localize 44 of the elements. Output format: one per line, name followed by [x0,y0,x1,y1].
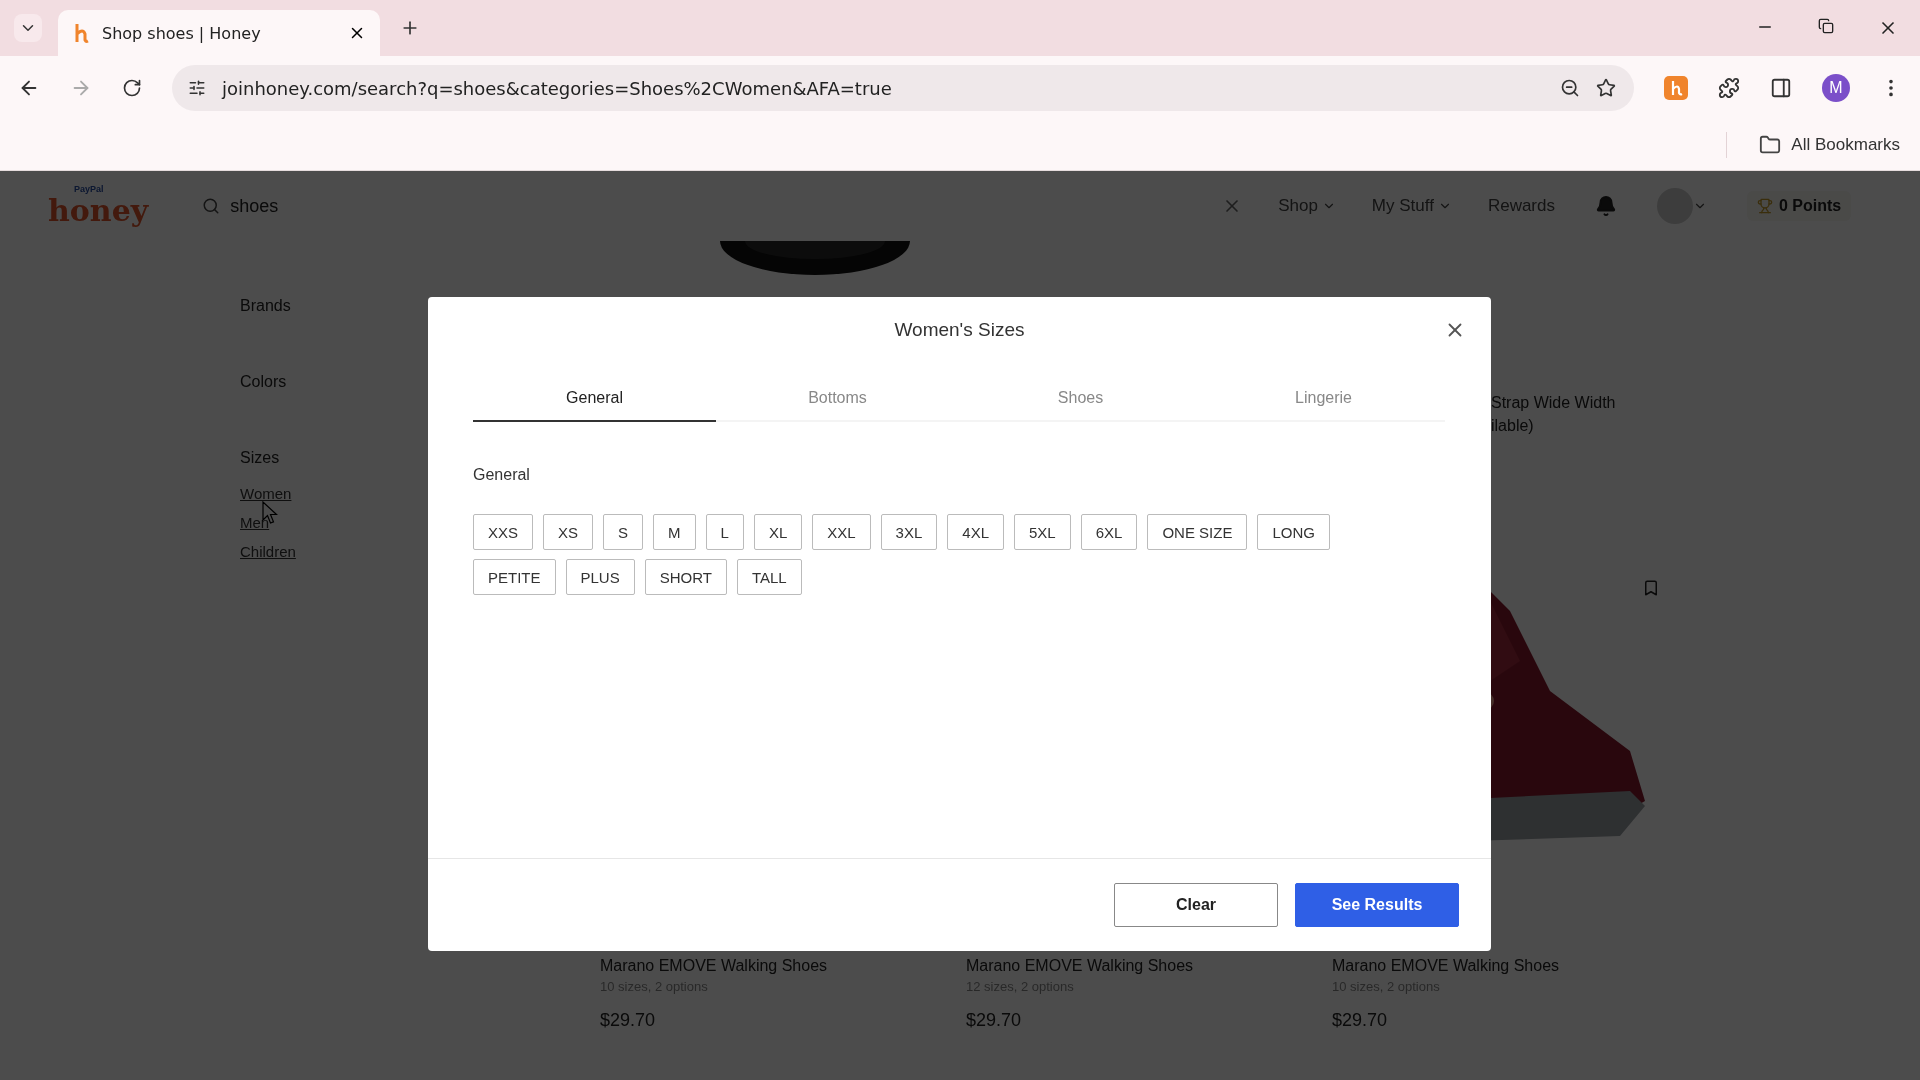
tab-title: Shop shoes | Honey [102,23,262,43]
group-label: General [473,466,531,484]
size-option[interactable]: XXL [812,514,871,550]
side-panel-icon[interactable] [1770,77,1792,99]
size-option[interactable]: SHORT [644,559,727,595]
size-option[interactable]: ONE SIZE [1147,514,1248,550]
star-icon[interactable] [1596,78,1616,98]
size-option[interactable]: 5XL [1014,514,1071,550]
size-option[interactable]: 3XL [880,514,938,550]
url-text: joinhoney.com/search?q=shoes&categories=Shoes%2CWomen&AFA=true [222,77,893,99]
size-option[interactable]: 4XL [947,514,1004,550]
size-option[interactable]: 6XL [1080,514,1138,550]
size-tab[interactable]: Shoes [959,375,1202,422]
product-price: $29.70 [600,1010,657,1031]
browser-tab[interactable]: Shop shoes | Honey [58,10,380,56]
restore-icon[interactable] [1818,18,1834,34]
size-tab[interactable]: General [473,375,716,422]
size-option[interactable]: XL [753,514,803,550]
size-option[interactable]: TALL [736,559,802,595]
size-tab[interactable]: Bottoms [716,375,959,422]
dialog-title: Women's Sizes [894,319,1025,341]
size-option[interactable]: XXS [473,514,533,550]
see-results-button[interactable]: See Results [1295,883,1459,927]
tab-list-button[interactable] [14,14,42,42]
size-option[interactable]: PLUS [565,559,635,595]
product-price: $29.70 [1332,1010,1389,1031]
address-bar[interactable]: joinhoney.com/search?q=shoes&categories=Shoes%2CWomen&AFA=true [172,65,1634,111]
size-tab[interactable]: Lingerie [1202,375,1445,422]
bookmarks-link[interactable]: All Bookmarks [1791,135,1900,155]
size-option[interactable]: XS [543,514,594,550]
profile-avatar[interactable]: M [1822,74,1850,102]
extension-icon[interactable] [1664,76,1688,100]
puzzle-icon[interactable] [1718,77,1740,99]
folder-icon [1759,134,1782,156]
size-option[interactable]: L [705,514,744,550]
zoom-icon[interactable] [1560,78,1580,98]
site-settings-icon[interactable] [188,79,206,97]
size-option[interactable]: LONG [1257,514,1330,550]
size-option[interactable]: PETITE [473,559,556,595]
clear-button[interactable]: Clear [1114,883,1278,927]
product-price: $29.70 [966,1010,1023,1031]
reload-icon[interactable] [122,78,142,98]
size-option[interactable]: M [653,514,696,550]
size-option[interactable]: S [603,514,644,550]
